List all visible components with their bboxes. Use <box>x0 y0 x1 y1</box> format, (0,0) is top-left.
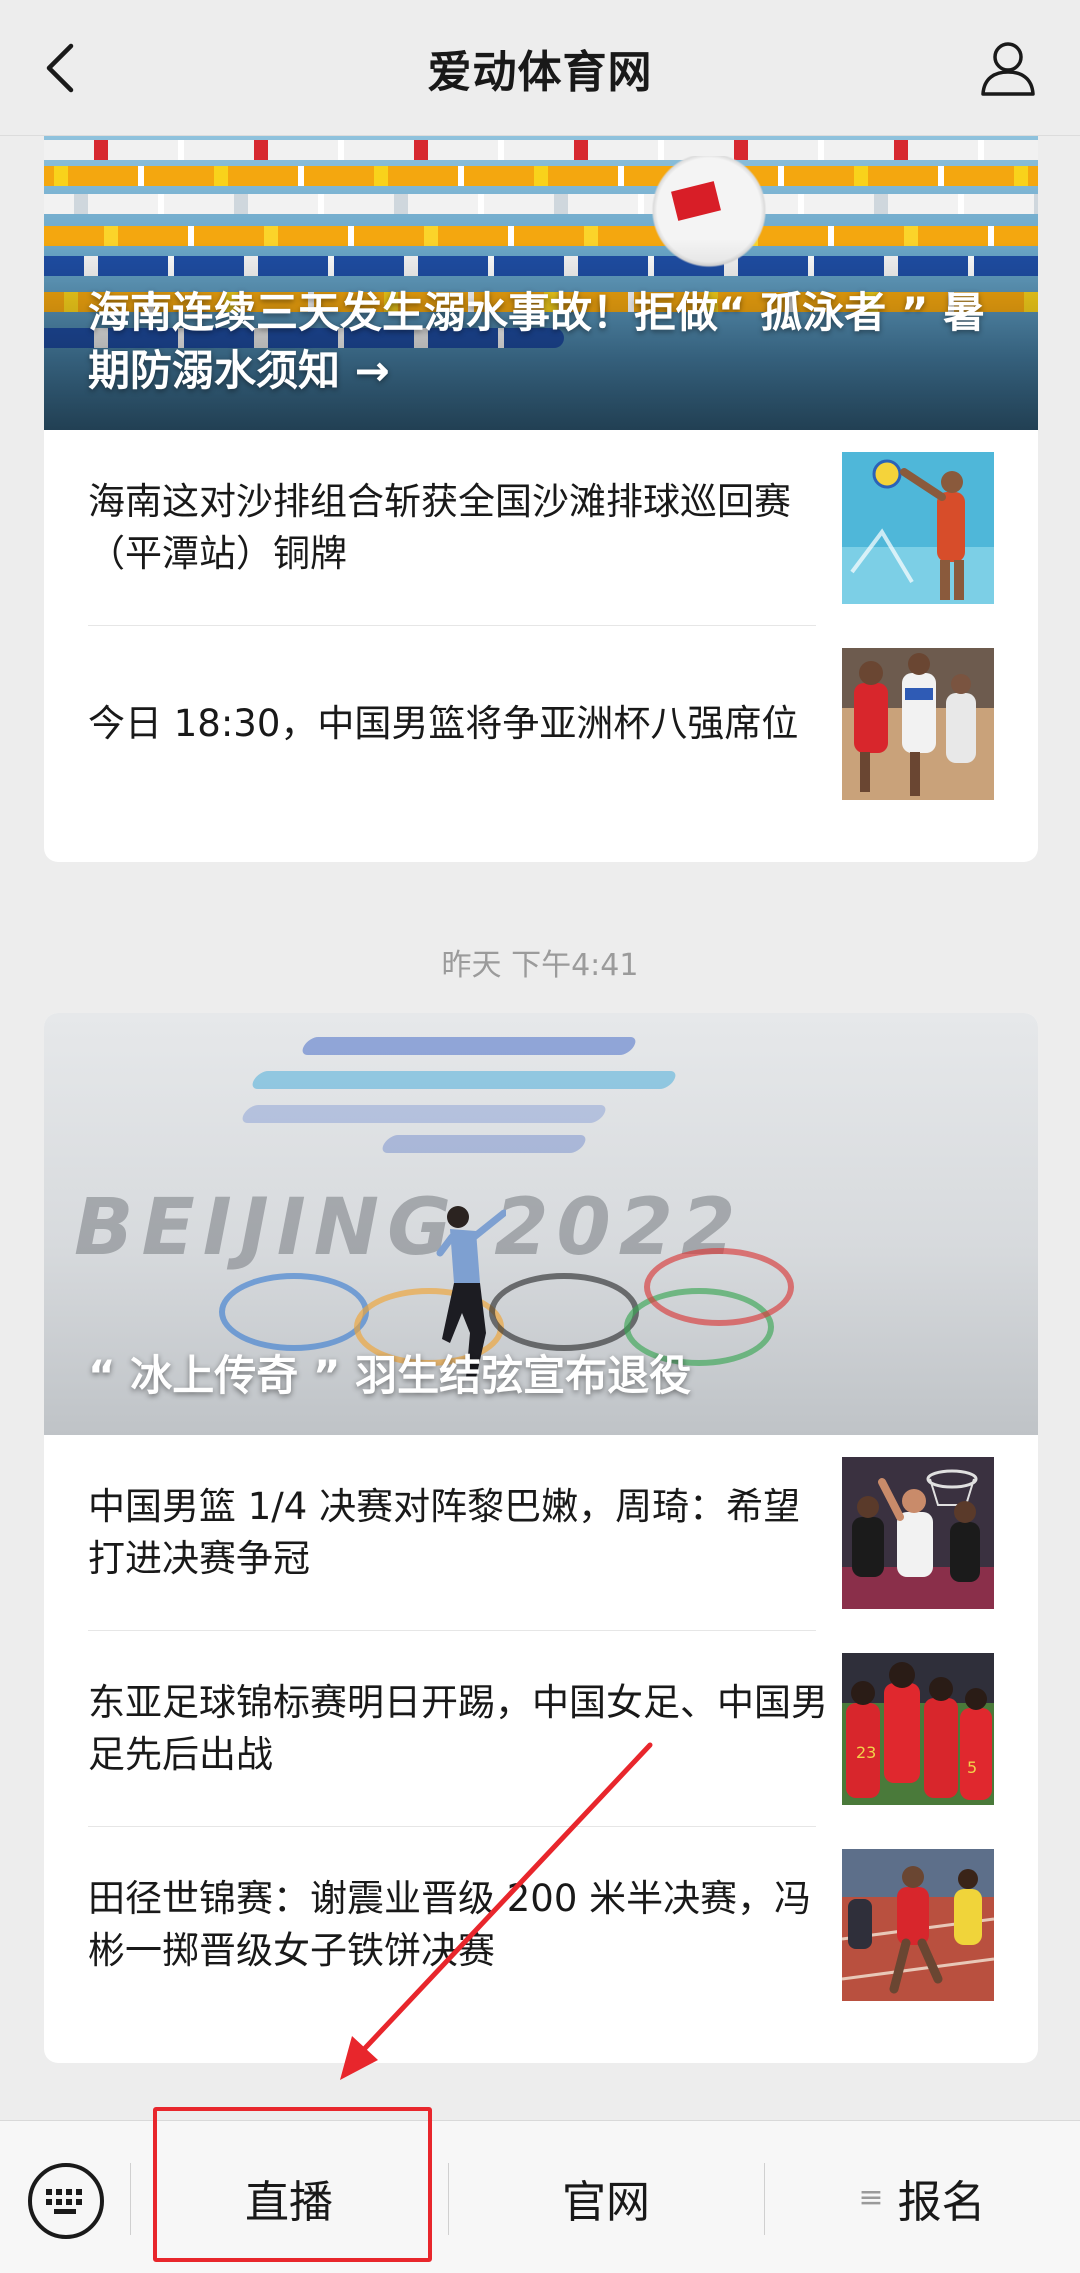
svg-text:5: 5 <box>967 1758 977 1777</box>
basketball-image <box>842 647 994 800</box>
football-team-image: 23 5 <box>842 1652 994 1805</box>
profile-button[interactable] <box>976 36 1040 100</box>
top-nav-bar: 爱动体育网 <box>0 0 1080 136</box>
article-group-card: BEIJING 2022 “ 冰上传奇 ” 羽生结弦宣布退役 中国男篮 1/4 … <box>44 1013 1038 2063</box>
list-item-title: 东亚足球锦标赛明日开踢，中国女足、中国男足先后出战 <box>88 1680 828 1776</box>
article-group-card: 海南连续三天发生溺水事故！拒做“ 孤泳者 ” 暑期防溺水须知 → 海南这对沙排组… <box>44 136 1038 862</box>
list-item-title: 海南这对沙排组合斩获全国沙滩排球巡回赛（平潭站）铜牌 <box>88 479 791 575</box>
menu-tab-website[interactable]: 官网 <box>448 2121 764 2273</box>
menu-tab-label: 报名 <box>897 2176 986 2228</box>
list-item[interactable]: 中国男篮 1/4 决赛对阵黎巴嫩，周琦：希望打进决赛争冠 <box>44 1435 1038 1630</box>
list-item[interactable]: 田径世锦赛：谢震业晋级 200 米半决赛，冯彬一掷晋级女子铁饼决赛 <box>44 1827 1038 2022</box>
hero-article-title: 海南连续三天发生溺水事故！拒做“ 孤泳者 ” 暑期防溺水须知 → <box>88 288 986 395</box>
message-timestamp: 昨天 下午4:41 <box>441 948 639 983</box>
beach-volleyball-image <box>842 451 994 604</box>
keyboard-icon <box>46 2189 82 2214</box>
hero-article-title: “ 冰上传奇 ” 羽生结弦宣布退役 <box>88 1351 692 1400</box>
hero-article[interactable]: BEIJING 2022 “ 冰上传奇 ” 羽生结弦宣布退役 <box>44 1013 1038 1435</box>
person-icon <box>981 42 1035 96</box>
sprinter-image <box>842 1848 994 2001</box>
page-title: 爱动体育网 <box>427 46 653 98</box>
menu-tab-label: 官网 <box>562 2176 650 2228</box>
back-button[interactable] <box>30 38 90 98</box>
keyboard-toggle-button[interactable] <box>28 2163 104 2239</box>
chevron-left-icon <box>46 43 74 93</box>
list-item[interactable]: 东亚足球锦标赛明日开踢，中国女足、中国男足先后出战 23 5 <box>44 1631 1038 1826</box>
list-item[interactable]: 今日 18:30，中国男篮将争亚洲杯八强席位 <box>44 626 1038 821</box>
basketball-game-image <box>842 1456 994 1609</box>
menu-lines-icon: ≡ <box>858 2180 884 2215</box>
list-item[interactable]: 海南这对沙排组合斩获全国沙滩排球巡回赛（平潭站）铜牌 <box>44 430 1038 625</box>
svg-text:23: 23 <box>856 1743 876 1762</box>
list-item-title: 今日 18:30，中国男篮将争亚洲杯八强席位 <box>88 701 799 745</box>
list-item-title: 田径世锦赛：谢震业晋级 200 米半决赛，冯彬一掷晋级女子铁饼决赛 <box>88 1876 812 1972</box>
highlight-box <box>153 2107 432 2262</box>
list-item-title: 中国男篮 1/4 决赛对阵黎巴嫩，周琦：希望打进决赛争冠 <box>88 1484 801 1580</box>
ice-background-text: BEIJING 2022 <box>74 1183 744 1273</box>
hero-article[interactable]: 海南连续三天发生溺水事故！拒做“ 孤泳者 ” 暑期防溺水须知 → <box>44 136 1038 430</box>
menu-tab-register[interactable]: ≡ 报名 <box>764 2121 1080 2273</box>
